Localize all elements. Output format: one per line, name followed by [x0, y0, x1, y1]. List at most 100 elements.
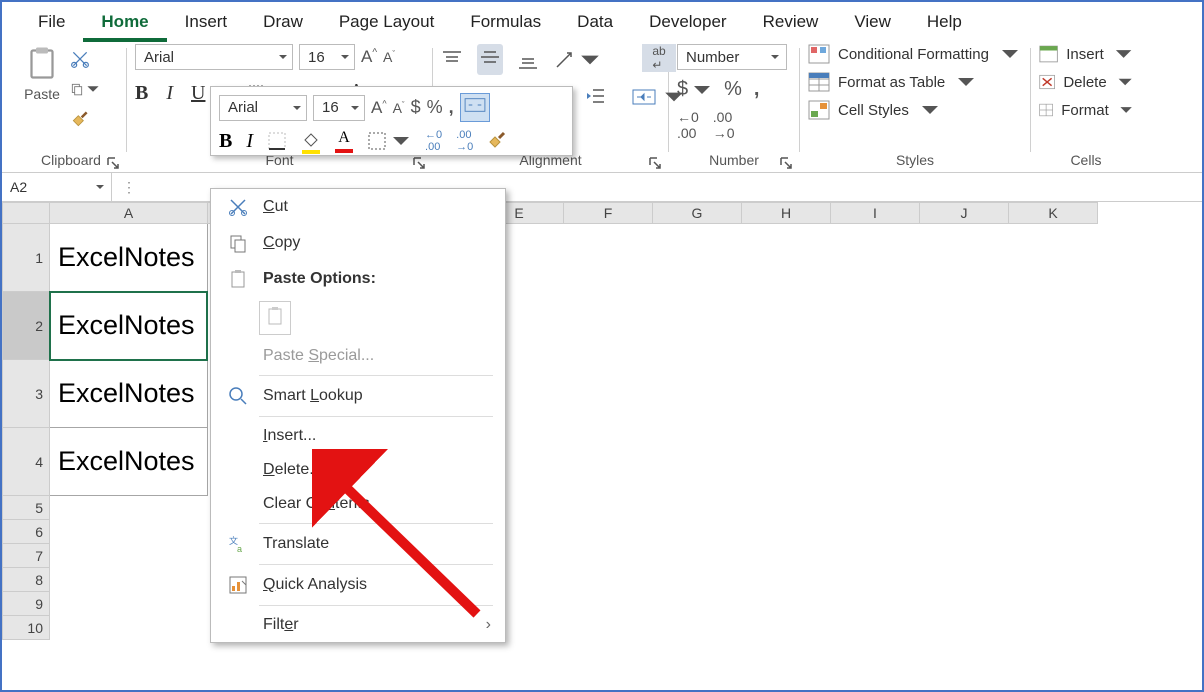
col-header-g[interactable]: G — [653, 202, 742, 224]
mini-font-family[interactable]: Arial — [219, 95, 307, 121]
ctx-cut[interactable]: Cut — [211, 189, 505, 225]
insert-cells-button[interactable]: Insert — [1039, 44, 1133, 64]
formula-bar: A2 ⋮ — [2, 172, 1202, 202]
ctx-delete[interactable]: Delete... — [211, 453, 505, 487]
quick-analysis-icon — [227, 575, 249, 595]
mini-fill-color-button[interactable] — [301, 128, 321, 154]
cell-a4[interactable]: ExcelNotes — [50, 428, 207, 496]
copy-button[interactable] — [70, 78, 100, 100]
col-header-k[interactable]: K — [1009, 202, 1098, 224]
percent-format-button[interactable]: % — [724, 78, 742, 101]
mini-comma-icon[interactable]: , — [449, 97, 454, 118]
ctx-clear-contents[interactable]: Clear Contents — [211, 487, 505, 521]
col-header-i[interactable]: I — [831, 202, 920, 224]
ctx-translate[interactable]: 文aTranslate — [211, 526, 505, 562]
name-box[interactable]: A2 — [2, 173, 112, 201]
group-label-styles: Styles — [808, 150, 1022, 170]
mini-decrease-font-icon[interactable]: Aˇ — [393, 100, 405, 116]
alignment-launcher-icon[interactable] — [648, 156, 662, 170]
cell-styles-button[interactable]: Cell Styles — [808, 100, 1022, 120]
number-launcher-icon[interactable] — [779, 156, 793, 170]
decrease-font-icon[interactable]: Aˇ — [383, 49, 395, 65]
format-painter-button[interactable] — [70, 108, 100, 130]
comma-style-button[interactable]: , — [754, 78, 760, 101]
increase-font-icon[interactable]: A^ — [361, 47, 377, 67]
row-header-9[interactable]: 9 — [2, 592, 50, 616]
mini-decrease-decimal-icon[interactable]: .00→0 — [456, 129, 473, 153]
mini-format-painter-icon[interactable] — [487, 129, 507, 154]
decrease-decimal-button[interactable]: .00→0 — [713, 109, 735, 141]
row-header-1[interactable]: 1 — [2, 224, 50, 292]
cell-a1[interactable]: ExcelNotes — [50, 224, 207, 292]
increase-decimal-button[interactable]: ←0.00 — [677, 109, 699, 141]
cell-a2[interactable]: ExcelNotes — [50, 292, 207, 360]
worksheet-grid[interactable]: A B C D E F G H I J K 1 2 3 4 5 6 7 8 9 … — [2, 202, 1202, 672]
ctx-quick-analysis[interactable]: Quick Analysis — [211, 567, 505, 603]
ctx-paste-default[interactable] — [259, 301, 291, 335]
accounting-format-button[interactable]: $ — [677, 78, 712, 101]
mini-increase-decimal-icon[interactable]: ←0.00 — [425, 129, 442, 153]
row-header-3[interactable]: 3 — [2, 360, 50, 428]
mini-increase-font-icon[interactable]: A^ — [371, 98, 387, 118]
ctx-smart-lookup[interactable]: Smart Lookup — [211, 378, 505, 414]
row-header-8[interactable]: 8 — [2, 568, 50, 592]
bold-button[interactable]: B — [135, 82, 148, 105]
mini-italic-button[interactable]: I — [246, 130, 253, 153]
row-header-7[interactable]: 7 — [2, 544, 50, 568]
paste-button[interactable]: Paste — [24, 44, 60, 130]
col-header-j[interactable]: J — [920, 202, 1009, 224]
mini-percent-icon[interactable]: % — [427, 97, 443, 118]
tab-home[interactable]: Home — [83, 6, 166, 42]
col-header-h[interactable]: H — [742, 202, 831, 224]
align-bottom-icon[interactable] — [517, 49, 539, 71]
row-header-5[interactable]: 5 — [2, 496, 50, 520]
conditional-formatting-button[interactable]: Conditional Formatting — [808, 44, 1022, 64]
tab-help[interactable]: Help — [909, 6, 980, 42]
tab-review[interactable]: Review — [745, 6, 837, 42]
row-header-10[interactable]: 10 — [2, 616, 50, 640]
format-cells-button[interactable]: Format — [1039, 100, 1133, 120]
clipboard-launcher-icon[interactable] — [106, 156, 120, 170]
select-all-corner[interactable] — [2, 202, 50, 224]
row-header-2[interactable]: 2 — [2, 292, 50, 360]
tab-data[interactable]: Data — [559, 6, 631, 42]
delete-cells-button[interactable]: Delete — [1039, 72, 1133, 92]
fx-dots-icon[interactable]: ⋮ — [122, 179, 136, 196]
format-as-table-button[interactable]: Format as Table — [808, 72, 1022, 92]
tab-draw[interactable]: Draw — [245, 6, 321, 42]
font-launcher-icon[interactable] — [412, 156, 426, 170]
tab-view[interactable]: View — [836, 6, 909, 42]
mini-toolbar: Arial 16 A^ Aˇ $ % , B I A ←0.00 .00→0 — [210, 86, 573, 156]
tab-developer[interactable]: Developer — [631, 6, 745, 42]
mini-merge-center-icon[interactable] — [460, 93, 490, 122]
tab-insert[interactable]: Insert — [167, 6, 246, 42]
ctx-copy[interactable]: Copy — [211, 225, 505, 261]
mini-borders-button[interactable] — [367, 131, 411, 151]
svg-text:a: a — [237, 544, 242, 554]
tab-file[interactable]: File — [20, 6, 83, 42]
mini-accounting-icon[interactable]: $ — [411, 97, 421, 118]
cut-button[interactable] — [70, 48, 100, 70]
italic-button[interactable]: I — [166, 82, 173, 105]
row-header-4[interactable]: 4 — [2, 428, 50, 496]
number-format-select[interactable]: Number — [677, 44, 787, 70]
font-family-select[interactable]: Arial — [135, 44, 293, 70]
cell-a3[interactable]: ExcelNotes — [50, 360, 207, 428]
mini-font-color-button[interactable]: A — [335, 129, 353, 153]
col-header-a[interactable]: A — [50, 202, 208, 224]
ctx-filter[interactable]: Filter› — [211, 608, 505, 642]
mini-font-size[interactable]: 16 — [313, 95, 365, 121]
ctx-insert[interactable]: Insert... — [211, 419, 505, 453]
tab-page-layout[interactable]: Page Layout — [321, 6, 452, 42]
row-header-6[interactable]: 6 — [2, 520, 50, 544]
col-header-f[interactable]: F — [564, 202, 653, 224]
tab-formulas[interactable]: Formulas — [452, 6, 559, 42]
mini-bold-button[interactable]: B — [219, 130, 232, 153]
font-size-select[interactable]: 16 — [299, 44, 355, 70]
align-middle-icon[interactable] — [479, 46, 501, 68]
align-top-icon[interactable] — [441, 49, 463, 71]
mini-borders-bottom-icon[interactable] — [267, 131, 287, 151]
group-styles: Conditional Formatting Format as Table C… — [800, 42, 1030, 172]
increase-indent-icon[interactable] — [585, 85, 607, 107]
orientation-button[interactable] — [553, 49, 601, 71]
